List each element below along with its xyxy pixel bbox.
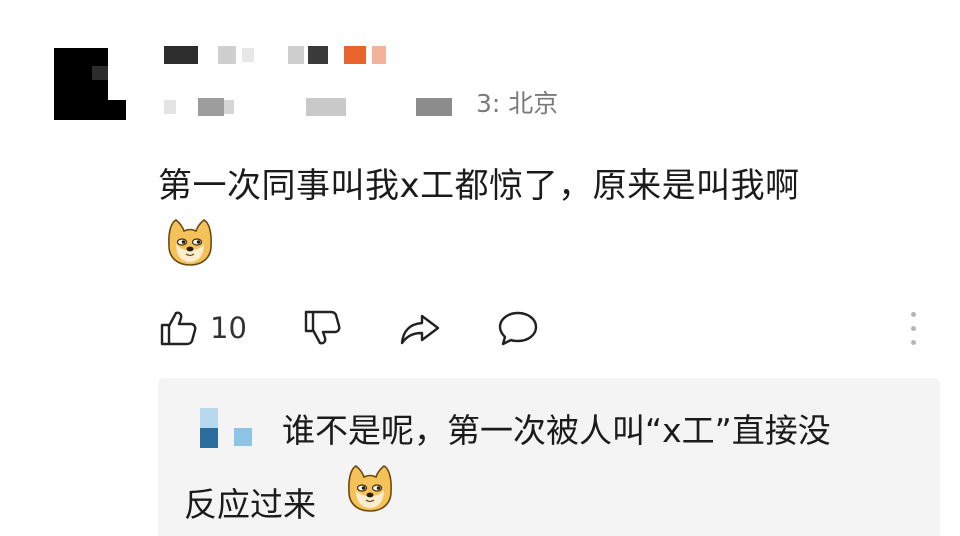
reply-preview[interactable]: 谁不是呢，第一次被人叫“x工”直接没 反应过来 xyxy=(158,378,940,536)
thumbs-down-icon xyxy=(304,310,341,345)
avatar-mosaic-block xyxy=(92,66,108,80)
location-label: 3: 北京 xyxy=(476,89,559,118)
comment-action-bar: 10 xyxy=(158,306,938,350)
share-arrow-icon xyxy=(400,314,440,345)
reply-button[interactable] xyxy=(496,306,540,350)
username-obscured[interactable] xyxy=(164,46,404,66)
comment-text: 第一次同事叫我x工都惊了，原来是叫我啊 xyxy=(158,166,800,206)
reply-text-continued: 反应过来 xyxy=(184,485,316,524)
thumbs-up-icon xyxy=(160,311,197,346)
reply-username-obscured[interactable] xyxy=(200,408,260,448)
like-count: 10 xyxy=(210,311,247,345)
speech-bubble-icon xyxy=(498,311,538,346)
share-button[interactable] xyxy=(398,306,442,350)
avatar[interactable] xyxy=(54,48,126,120)
reply-text: 谁不是呢，第一次被人叫“x工”直接没 xyxy=(282,411,831,450)
meta-obscured xyxy=(164,96,464,118)
doge-emoji-icon xyxy=(348,465,392,512)
avatar-mosaic-block xyxy=(108,48,126,100)
more-options-icon[interactable] xyxy=(904,310,924,348)
like-button[interactable]: 10 xyxy=(158,306,247,350)
doge-emoji-icon xyxy=(168,219,212,266)
dislike-button[interactable] xyxy=(302,306,342,350)
